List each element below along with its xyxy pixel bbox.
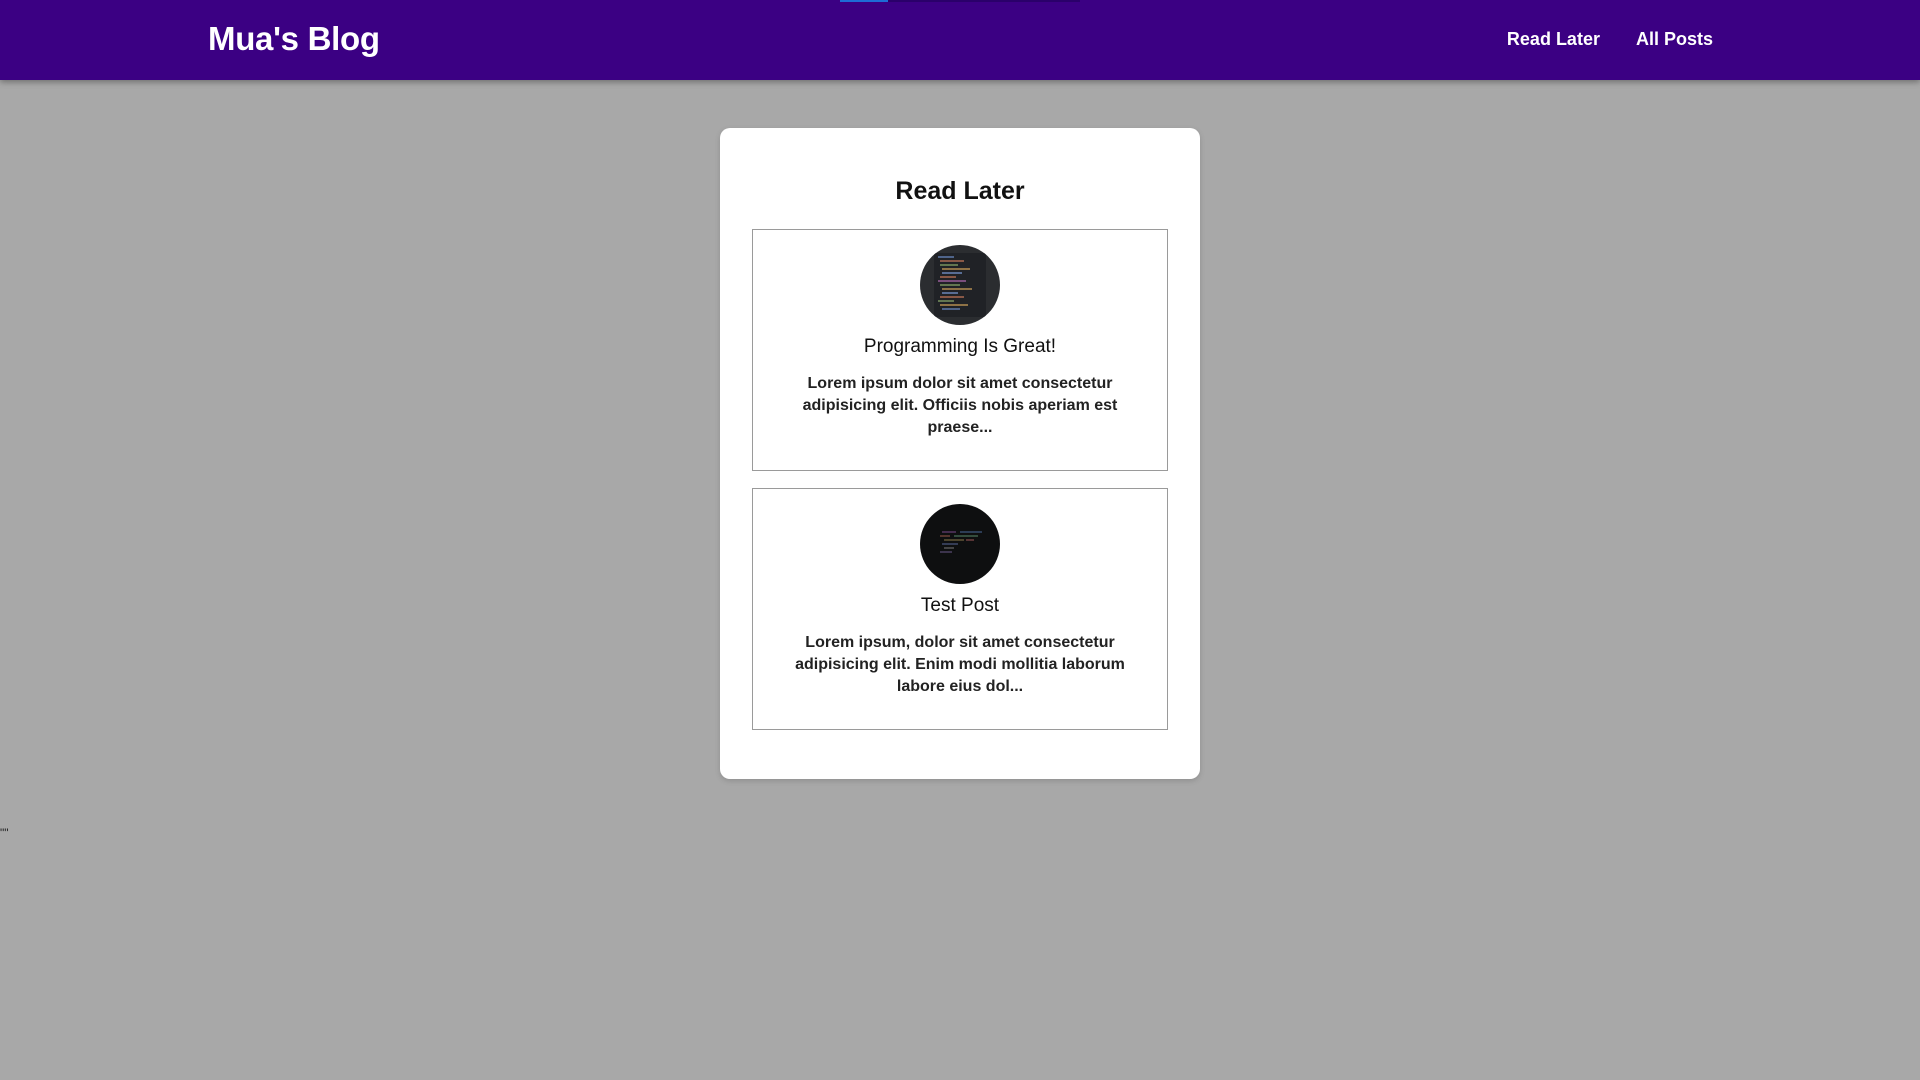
nav-all-posts[interactable]: All Posts — [1636, 29, 1713, 50]
read-later-panel: Read Later Programming Is Great! Lorem i… — [720, 128, 1200, 779]
post-card[interactable]: Test Post Lorem ipsum, dolor sit amet co… — [752, 488, 1168, 730]
page-title: Read Later — [895, 177, 1025, 205]
nav-read-later[interactable]: Read Later — [1507, 29, 1600, 50]
code-thumbnail-icon — [920, 504, 1000, 584]
post-card[interactable]: Programming Is Great! Lorem ipsum dolor … — [752, 229, 1168, 471]
post-title[interactable]: Test Post — [753, 595, 1167, 617]
post-excerpt: Lorem ipsum dolor sit amet consectetur a… — [802, 375, 1118, 436]
site-header: Mua's Blog Read Later All Posts — [0, 0, 1920, 80]
post-excerpt: Lorem ipsum, dolor sit amet consectetur … — [795, 634, 1125, 695]
site-logo[interactable]: Mua's Blog — [208, 20, 380, 58]
post-title[interactable]: Programming Is Great! — [753, 336, 1167, 358]
post-thumbnail — [920, 245, 1000, 325]
main-nav: Read Later All Posts — [1507, 29, 1713, 50]
stray-text: "" — [0, 826, 9, 840]
loading-progress-fill — [840, 0, 888, 2]
loading-progress-bar — [840, 0, 1080, 2]
post-thumbnail — [920, 504, 1000, 584]
code-thumbnail-icon — [920, 245, 1000, 325]
